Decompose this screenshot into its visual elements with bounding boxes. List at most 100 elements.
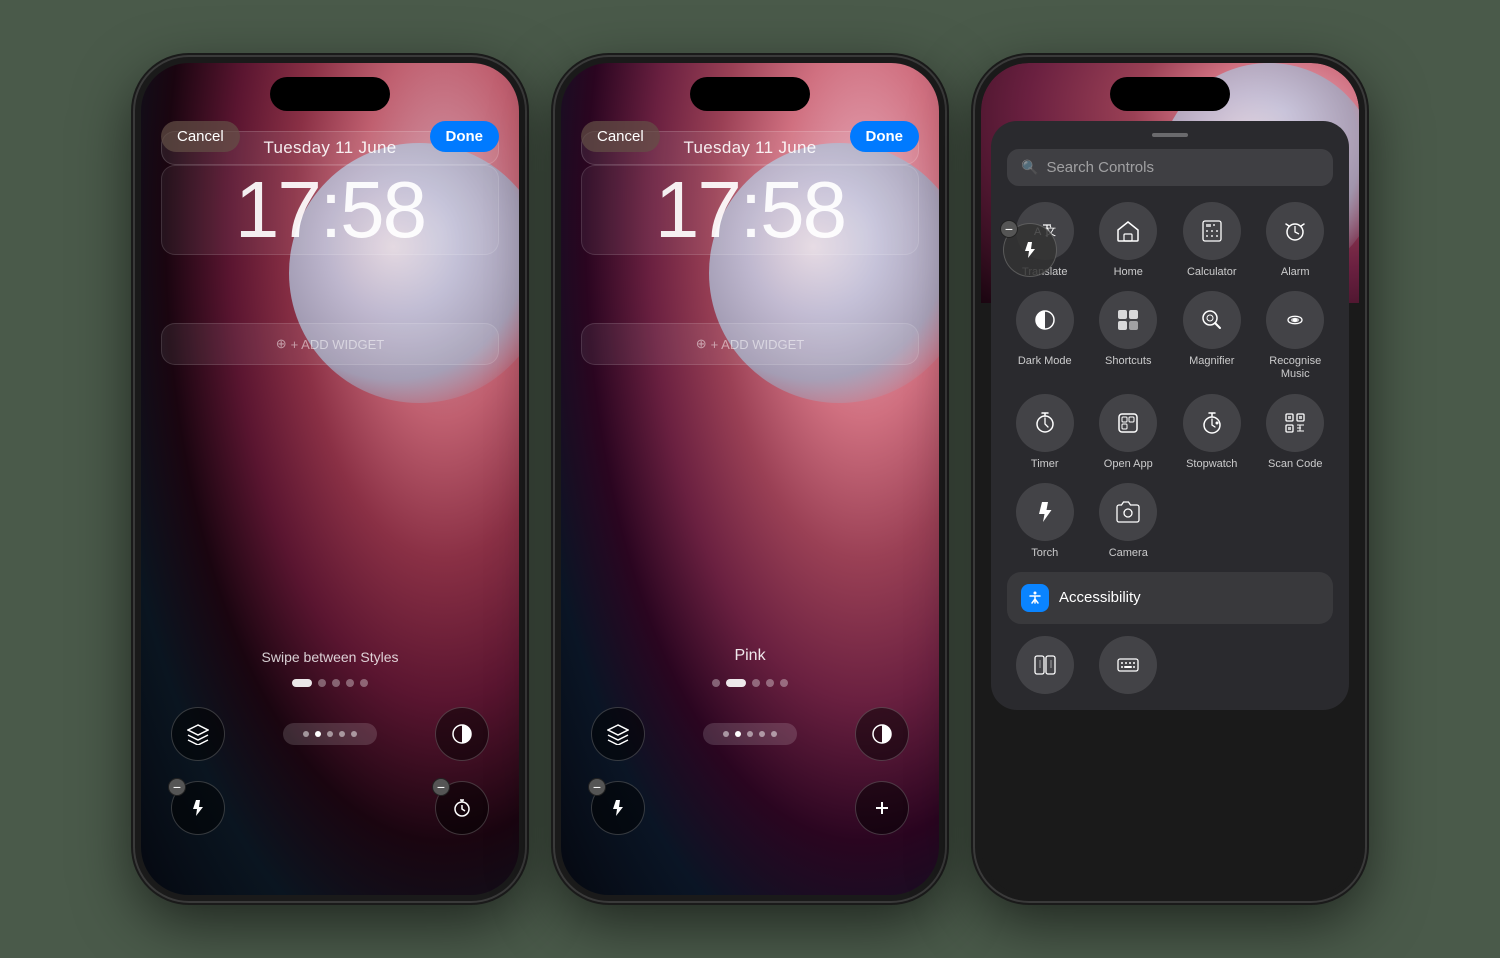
torch-active-button[interactable]: − (1003, 223, 1057, 277)
control-item-alarm[interactable]: Alarm (1258, 202, 1334, 279)
shortcuts-label: Shortcuts (1105, 355, 1151, 368)
phone-2: Cancel Done Tuesday 11 June 17:58 ⊕ + AD… (555, 57, 945, 901)
pill-dot-4 (339, 731, 345, 737)
control-item-calculator[interactable]: Calculator (1174, 202, 1250, 279)
pill2-dot-4 (759, 731, 765, 737)
keyboard-svg (1115, 652, 1141, 678)
time-widget-1: 17:58 (161, 165, 499, 255)
torch-minus-1[interactable]: − (168, 778, 186, 796)
done-button-1[interactable]: Done (430, 121, 500, 152)
timer-svg (1031, 409, 1059, 437)
pill-dot-3 (327, 731, 333, 737)
panel-handle (1152, 133, 1188, 137)
control-panel: 🔍 Search Controls A 文 T (991, 121, 1349, 710)
color-label-2: Pink (591, 647, 909, 665)
time-text-2: 17:58 (598, 170, 902, 250)
style-pill-2 (703, 723, 797, 745)
time-text-1: 17:58 (178, 170, 482, 250)
pill-dot-1 (303, 731, 309, 737)
search-bar[interactable]: 🔍 Search Controls (1007, 149, 1333, 186)
time-widget-2: 17:58 (581, 165, 919, 255)
accessibility-section[interactable]: Accessibility (1007, 572, 1333, 624)
stopwatch-label: Stopwatch (1186, 458, 1237, 471)
plus-icon-2 (872, 798, 892, 818)
bottom-row-2 (591, 707, 909, 761)
style-dot-4 (346, 679, 354, 687)
stopwatch-svg (1199, 410, 1225, 436)
top-bar-2: Cancel Done (561, 121, 939, 152)
appearance-button-1[interactable] (435, 707, 489, 761)
home-icon (1099, 202, 1157, 260)
cancel-button-2[interactable]: Cancel (581, 121, 660, 152)
lockscreen-content-2: Tuesday 11 June 17:58 ⊕ + ADD WIDGET Pin… (561, 63, 939, 895)
layers-button-1[interactable] (171, 707, 225, 761)
stopwatch-minus-1[interactable]: − (432, 778, 450, 796)
control-item-openapp[interactable]: Open App (1091, 394, 1167, 471)
phones-container: Cancel Done Tuesday 11 June 17:58 ⊕ + AD… (135, 57, 1365, 901)
control-item-shortcuts[interactable]: Shortcuts (1091, 291, 1167, 381)
torch-active-minus[interactable]: − (1000, 220, 1018, 238)
search-icon-cc: 🔍 (1021, 159, 1038, 176)
widget-area-1[interactable]: ⊕ + ADD WIDGET (161, 323, 499, 365)
pill2-dot-5 (771, 731, 777, 737)
alarm-label: Alarm (1281, 266, 1310, 279)
calculator-svg (1199, 218, 1225, 244)
home-label: Home (1114, 266, 1143, 279)
control-item-darkmode[interactable]: Dark Mode (1007, 291, 1083, 381)
control-item-keyboard[interactable] (1091, 636, 1167, 694)
plus-button-2[interactable] (855, 781, 909, 835)
control-item-timer[interactable]: Timer (1007, 394, 1083, 471)
stopwatch-button-1[interactable]: − (435, 781, 489, 835)
torch-minus-2[interactable]: − (588, 778, 606, 796)
timer-icon (1016, 394, 1074, 452)
control-item-home[interactable]: Home (1091, 202, 1167, 279)
widget-area-2[interactable]: ⊕ + ADD WIDGET (581, 323, 919, 365)
control-item-camera[interactable]: Camera (1091, 483, 1167, 560)
calculator-icon (1183, 202, 1241, 260)
pill-dot-2 (315, 731, 321, 737)
accessibility-svg (1027, 590, 1043, 606)
add-widget-text-1: + ADD WIDGET (291, 337, 385, 352)
style-dot-3 (332, 679, 340, 687)
torch-button-1[interactable]: − (171, 781, 225, 835)
add-widget-icon-2: ⊕ (696, 336, 707, 352)
appearance-icon-2 (871, 723, 893, 745)
torch-button-2[interactable]: − (591, 781, 645, 835)
pill-dot-5 (351, 731, 357, 737)
darkmode-icon (1016, 291, 1074, 349)
done-button-2[interactable]: Done (850, 121, 920, 152)
control-item-magnifier[interactable]: Magnifier (1174, 291, 1250, 381)
accessibility-icon (1021, 584, 1049, 612)
phone-1: Cancel Done Tuesday 11 June 17:58 ⊕ + AD… (135, 57, 525, 901)
appearance-button-2[interactable] (855, 707, 909, 761)
cancel-button-1[interactable]: Cancel (161, 121, 240, 152)
layers-button-2[interactable] (591, 707, 645, 761)
control-item-mirror[interactable] (1007, 636, 1083, 694)
style-dot-2 (318, 679, 326, 687)
mirror-icon (1016, 636, 1074, 694)
dynamic-island-1 (270, 77, 390, 111)
phone-3-screen: − 🔍 Search Controls (981, 63, 1359, 895)
style-dot-1 (292, 679, 312, 687)
darkmode-label: Dark Mode (1018, 355, 1072, 368)
layers-icon-1 (187, 723, 209, 745)
dynamic-island-3 (1110, 77, 1230, 111)
magnifier-label: Magnifier (1189, 355, 1234, 368)
accessibility-label: Accessibility (1059, 589, 1141, 606)
timer-label: Timer (1031, 458, 1059, 471)
camera-icon (1099, 483, 1157, 541)
swipe-label-1: Swipe between Styles (171, 649, 489, 665)
camera-svg (1114, 498, 1142, 526)
style-dot2-3 (752, 679, 760, 687)
stopwatch-icon-1 (452, 798, 472, 818)
phone-1-screen: Cancel Done Tuesday 11 June 17:58 ⊕ + AD… (141, 63, 519, 895)
control-item-torch[interactable]: Torch (1007, 483, 1083, 560)
control-item-scancode[interactable]: Scan Code (1258, 394, 1334, 471)
control-item-stopwatch[interactable]: Stopwatch (1174, 394, 1250, 471)
bottom-controls-2: Pink (561, 647, 939, 835)
pill2-dot-1 (723, 731, 729, 737)
scancode-svg (1282, 410, 1308, 436)
control-item-recognise[interactable]: Recognise Music (1258, 291, 1334, 381)
appearance-icon-1 (451, 723, 473, 745)
stopwatch-icon-cc (1183, 394, 1241, 452)
